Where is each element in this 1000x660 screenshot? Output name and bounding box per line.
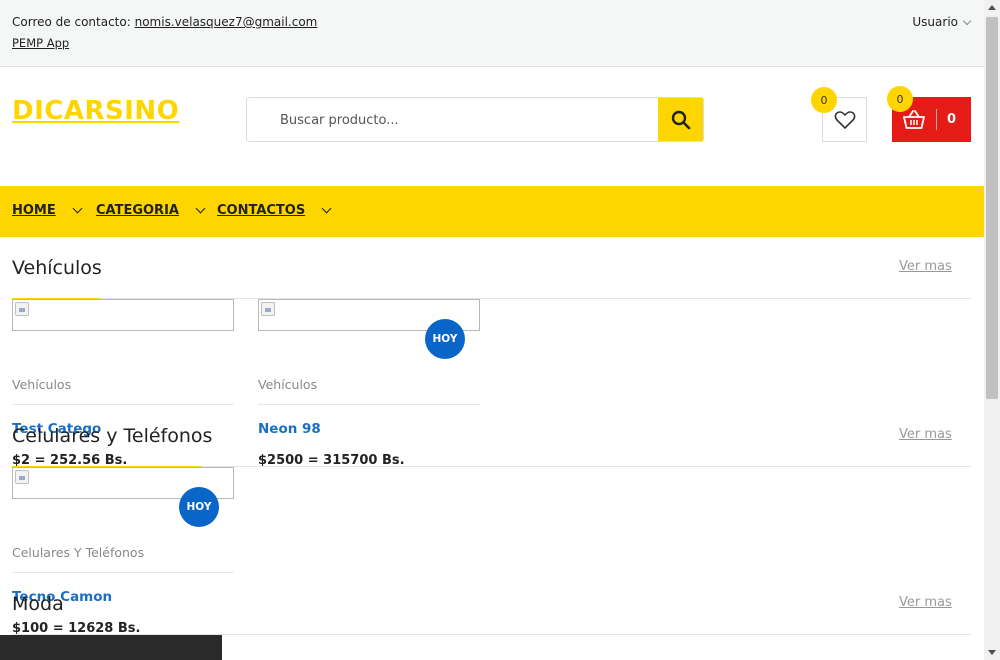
- product-image[interactable]: [12, 299, 234, 331]
- pemp-app-link[interactable]: PEMP App: [12, 36, 69, 50]
- chevron-down-icon: [962, 16, 972, 25]
- nav-item-home[interactable]: HOME: [12, 203, 83, 218]
- see-more-link[interactable]: Ver mas: [899, 595, 952, 610]
- search-input[interactable]: Buscar producto...: [280, 113, 399, 128]
- broken-image-icon: [261, 302, 275, 316]
- nav-item-label: CONTACTOS: [217, 203, 306, 218]
- nav-item-label: HOME: [12, 203, 56, 218]
- scroll-up-arrow-icon[interactable]: [988, 5, 996, 10]
- cart-divider: [936, 109, 937, 130]
- chevron-down-icon: [321, 203, 332, 214]
- nav-item-categoria[interactable]: CATEGORIA: [96, 203, 206, 218]
- hoy-badge: HOY: [179, 487, 219, 527]
- broken-image-icon: [15, 302, 29, 316]
- cart-total: 0: [947, 112, 957, 127]
- product-category: Vehículos: [12, 377, 72, 392]
- scroll-down-arrow-icon[interactable]: [988, 650, 996, 655]
- card-divider: [12, 572, 234, 573]
- see-more-link[interactable]: Ver mas: [899, 259, 952, 274]
- wishlist-count-badge: 0: [811, 87, 837, 113]
- top-bar: Correo de contacto: nomis.velasquez7@gma…: [0, 0, 984, 67]
- product-category: Vehículos: [258, 377, 318, 392]
- chevron-down-icon: [72, 203, 83, 214]
- product-image[interactable]: [0, 635, 222, 660]
- broken-image-icon: [15, 470, 29, 484]
- cart-count-badge: 0: [887, 86, 913, 112]
- product-category: Celulares Y Teléfonos: [12, 545, 145, 560]
- search-icon: [671, 110, 690, 129]
- user-menu-label: Usuario: [912, 15, 958, 29]
- nav-item-label: CATEGORIA: [96, 203, 179, 218]
- search-button[interactable]: [658, 98, 703, 141]
- section-title: Moda: [12, 593, 64, 615]
- nav-item-contactos[interactable]: CONTACTOS: [217, 203, 332, 218]
- heart-icon: [834, 110, 855, 129]
- chevron-down-icon: [195, 203, 206, 214]
- main-nav: HOME CATEGORIA CONTACTOS: [0, 186, 984, 237]
- section-title: Celulares y Teléfonos: [12, 425, 213, 447]
- contact-email-link[interactable]: nomis.velasquez7@gmail.com: [135, 15, 318, 29]
- see-more-link[interactable]: Ver mas: [899, 427, 952, 442]
- product-name-link[interactable]: Neon 98: [258, 421, 321, 437]
- card-divider: [258, 404, 480, 405]
- user-menu[interactable]: Usuario: [912, 15, 972, 29]
- hoy-badge: HOY: [425, 319, 465, 359]
- site-logo[interactable]: DICARSINO: [12, 96, 179, 126]
- search-bar[interactable]: Buscar producto...: [246, 97, 704, 142]
- contact-info: Correo de contacto: nomis.velasquez7@gma…: [12, 15, 317, 29]
- contact-label: Correo de contacto:: [12, 15, 131, 29]
- vertical-scrollbar[interactable]: [984, 0, 1000, 660]
- section-title: Vehículos: [12, 257, 102, 279]
- scrollbar-thumb[interactable]: [986, 17, 998, 399]
- card-divider: [12, 404, 234, 405]
- basket-icon: [903, 109, 925, 129]
